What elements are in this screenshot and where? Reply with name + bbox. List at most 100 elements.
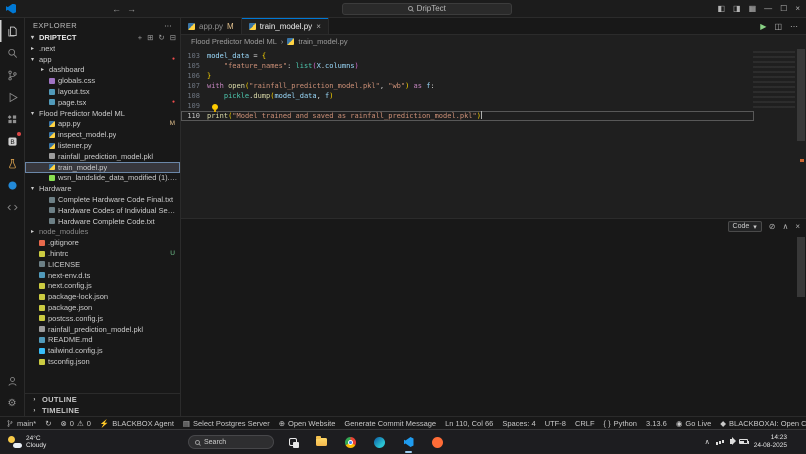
split-editor-icon[interactable]: ◫ (774, 22, 782, 31)
code-line[interactable]: 103 model_data = { (181, 51, 806, 61)
blackbox-chat-item[interactable]: ◆ BLACKBOXAI: Open Chat (720, 419, 806, 428)
close-panel-icon[interactable]: × (795, 222, 800, 231)
python-version-item[interactable]: 3.13.6 (646, 419, 667, 428)
breadcrumb-folder[interactable]: Flood Predictor Model ML (191, 37, 277, 46)
breadcrumb-file[interactable]: train_model.py (298, 37, 347, 46)
file-explorer-button[interactable] (311, 432, 332, 453)
scrollbar-thumb[interactable] (797, 49, 805, 141)
panel-scrollbar-thumb[interactable] (797, 237, 805, 297)
collapse-folders-icon[interactable]: ⊟ (170, 33, 176, 42)
blackbox-agent-item[interactable]: ⚡ BLACKBOX Agent (100, 419, 174, 428)
tree-item[interactable]: rainfall_prediction_model.pkl (25, 151, 180, 162)
close-tab-icon[interactable]: × (316, 22, 321, 31)
toggle-sidebar-icon[interactable]: ◧ (717, 4, 725, 13)
new-folder-icon[interactable]: ⊞ (147, 33, 153, 42)
commit-message-item[interactable]: Generate Commit Message (344, 419, 436, 428)
editor-scrollbar[interactable] (796, 47, 806, 218)
toggle-panel-icon[interactable]: ◨ (733, 4, 741, 13)
tree-item[interactable]: rainfall_prediction_model.pkl (25, 324, 180, 335)
tree-item[interactable]: train_model.py (25, 162, 180, 173)
eol-item[interactable]: CRLF (575, 419, 595, 428)
docker-icon[interactable] (0, 174, 25, 196)
customize-layout-icon[interactable]: ▦ (749, 4, 757, 13)
taskbar-search[interactable]: Search (188, 435, 274, 449)
new-file-icon[interactable]: + (138, 33, 142, 42)
tree-item[interactable]: listener.py (25, 140, 180, 151)
sidebar-more-icon[interactable]: ⋯ (164, 21, 172, 30)
language-item[interactable]: { } Python (604, 419, 637, 428)
vscode-logo-icon[interactable] (6, 4, 16, 14)
tree-item[interactable]: layout.tsx (25, 86, 180, 97)
cursor-position-item[interactable]: Ln 110, Col 66 (445, 419, 493, 428)
search-view-icon[interactable] (0, 42, 25, 64)
tree-item[interactable]: ▸ dashboard (25, 65, 180, 76)
tree-item[interactable]: .hintrc U (25, 248, 180, 259)
tree-item[interactable]: postcss.config.js (25, 313, 180, 324)
source-control-icon[interactable] (0, 64, 25, 86)
tree-item[interactable]: app.py M (25, 119, 180, 130)
code-line[interactable]: 107 with open("rainfall_prediction_model… (181, 81, 806, 91)
back-icon[interactable]: ← (112, 4, 121, 14)
account-icon[interactable] (0, 370, 25, 392)
timeline-section[interactable]: › TIMELINE (25, 405, 180, 416)
chrome-button[interactable] (340, 432, 361, 453)
tree-item[interactable]: next-env.d.ts (25, 270, 180, 281)
encoding-item[interactable]: UTF-8 (545, 419, 566, 428)
tab-train-model-py[interactable]: train_model.py × (242, 18, 329, 34)
minimap[interactable] (753, 51, 795, 109)
tree-item[interactable]: Complete Hardware Code Final.txt (25, 194, 180, 205)
output-console[interactable] (181, 234, 796, 416)
task-view-button[interactable] (282, 432, 303, 453)
tree-item[interactable]: tsconfig.json (25, 356, 180, 367)
sync-button[interactable]: ↻ (45, 419, 51, 428)
go-live-item[interactable]: ◉ Go Live (676, 419, 711, 428)
tree-item[interactable]: tailwind.config.js (25, 345, 180, 356)
postgres-item[interactable]: ▤ Select Postgres Server (183, 419, 270, 428)
testing-flask-icon[interactable] (0, 152, 25, 174)
tray-chevron-icon[interactable]: ∧ (705, 438, 710, 446)
tree-item[interactable]: ▸ .next (25, 43, 180, 54)
clear-output-icon[interactable]: ⊘ (769, 222, 776, 231)
lightbulb-icon[interactable] (212, 104, 218, 110)
outline-section[interactable]: › OUTLINE (25, 394, 180, 405)
network-icon[interactable] (716, 438, 724, 445)
command-center-search[interactable]: DripTect (342, 3, 512, 15)
tree-item[interactable]: ▾ app ● (25, 54, 180, 65)
code-line[interactable]: 106 } (181, 71, 806, 81)
maximize-panel-icon[interactable]: ∧ (782, 222, 788, 231)
weather-widget[interactable]: 24°C Cloudy (0, 435, 46, 449)
minimize-button[interactable]: — (764, 4, 772, 13)
tree-item[interactable]: wsn_landslide_data_modified (1).csv (25, 173, 180, 184)
tree-item[interactable]: package.json (25, 302, 180, 313)
maximize-button[interactable]: ☐ (780, 4, 787, 13)
tree-item[interactable]: next.config.js (25, 281, 180, 292)
git-branch-item[interactable]: main* (6, 419, 36, 428)
code-line[interactable]: 105 "feature_names": list(X.columns) (181, 61, 806, 71)
run-python-file-icon[interactable]: ▶ (760, 22, 766, 31)
tree-item[interactable]: LICENSE (25, 259, 180, 270)
code-line[interactable]: 109 (181, 101, 806, 111)
code-line[interactable]: 108 pickle.dump(model_data, f) (181, 91, 806, 101)
remote-explorer-icon[interactable] (0, 196, 25, 218)
forward-icon[interactable]: → (127, 4, 136, 14)
explorer-icon[interactable] (0, 20, 25, 42)
battery-icon[interactable] (739, 439, 748, 444)
blackbox-icon[interactable]: B (0, 130, 25, 152)
open-website-item[interactable]: ⊕ Open Website (279, 419, 336, 428)
project-root-row[interactable]: ▾ DRIPTECT + ⊞ ↻ ⊟ (25, 32, 180, 43)
tree-item[interactable]: page.tsx ● (25, 97, 180, 108)
more-actions-icon[interactable]: ⋯ (790, 22, 798, 31)
tab-app-py[interactable]: app.py M (181, 18, 242, 34)
output-channel-select[interactable]: Code ▾ (728, 221, 762, 232)
edge-button[interactable] (369, 432, 390, 453)
vscode-button[interactable] (398, 432, 419, 453)
code-line[interactable]: 110 print("Model trained and saved as ra… (181, 111, 754, 121)
postman-button[interactable] (427, 432, 448, 453)
extensions-icon[interactable] (0, 108, 25, 130)
refresh-explorer-icon[interactable]: ↻ (158, 33, 164, 42)
settings-gear-icon[interactable]: ⚙ (0, 392, 25, 414)
tree-item[interactable]: .gitignore (25, 237, 180, 248)
tree-item[interactable]: ▾ Hardware (25, 183, 180, 194)
tree-item[interactable]: ▸ node_modules (25, 227, 180, 238)
run-debug-icon[interactable] (0, 86, 25, 108)
